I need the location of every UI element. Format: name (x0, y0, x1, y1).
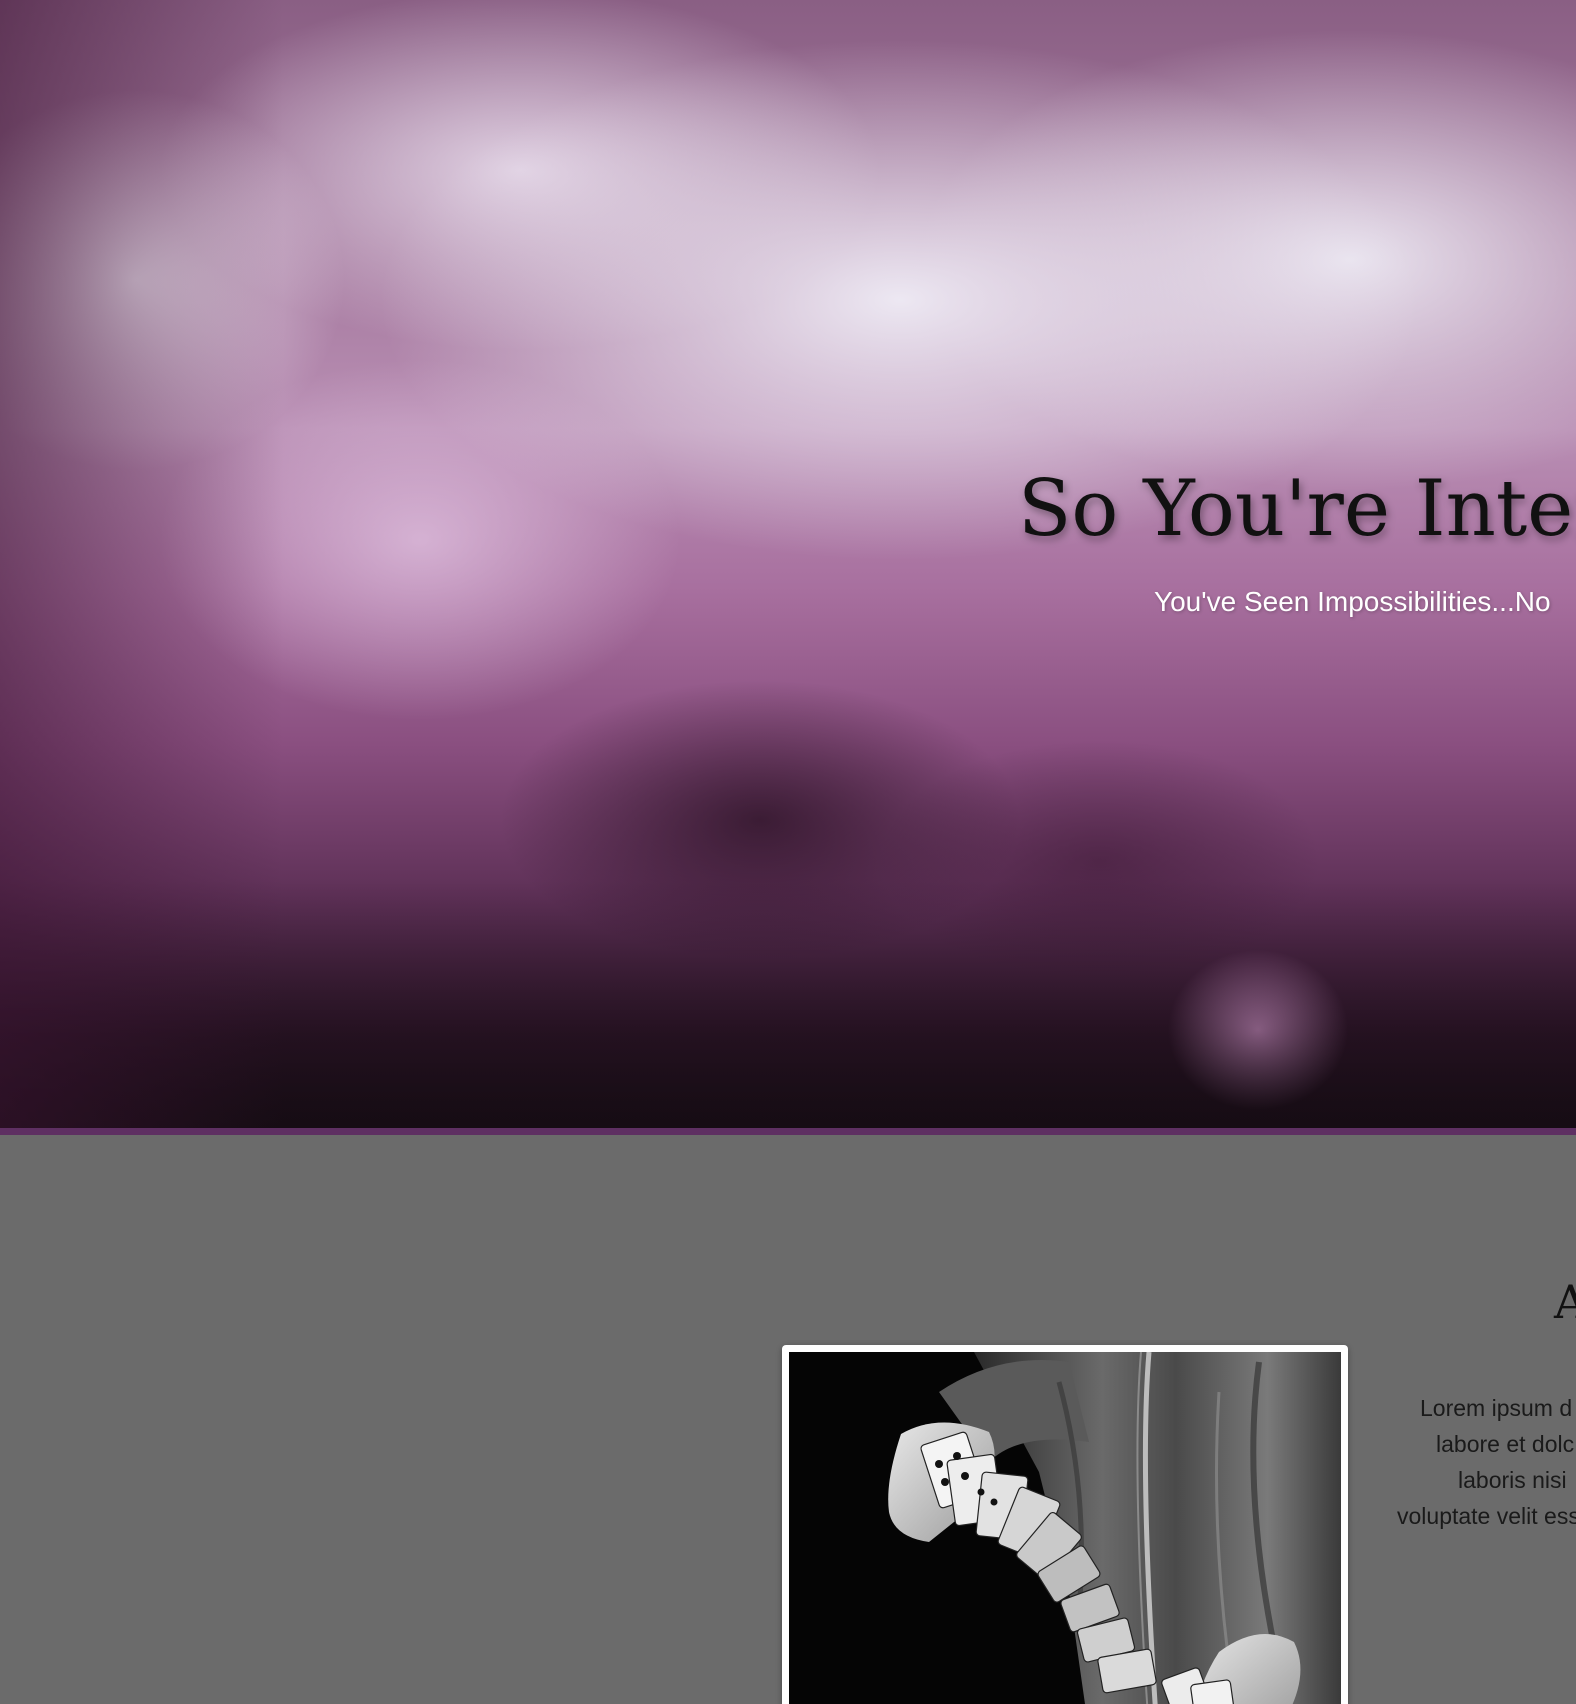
about-paragraph-line: laboris nisi (1458, 1467, 1567, 1493)
hero-section: So You're Inter You've Seen Impossibilit… (0, 0, 1576, 1128)
hero-vignette (0, 0, 1576, 1128)
about-heading: A (1554, 1275, 1576, 1329)
hero-subtitle: You've Seen Impossibilities...No (1154, 586, 1551, 617)
about-paragraph: Lorem ipsum d labore et dolc laboris nis… (1380, 1390, 1576, 1534)
about-paragraph-line: Lorem ipsum d (1420, 1395, 1573, 1421)
photo-frame (782, 1345, 1348, 1704)
magician-illustration (789, 1352, 1341, 1704)
about-section: A Lorem ipsum d labore et dolc laboris n… (0, 1135, 1576, 1704)
about-paragraph-line: labore et dolc (1436, 1431, 1575, 1457)
hero-title: So You're Inter (1018, 464, 1576, 554)
magician-card-photo (789, 1352, 1341, 1704)
hero-divider (0, 1128, 1576, 1135)
about-paragraph-line: voluptate velit ess (1397, 1503, 1576, 1529)
